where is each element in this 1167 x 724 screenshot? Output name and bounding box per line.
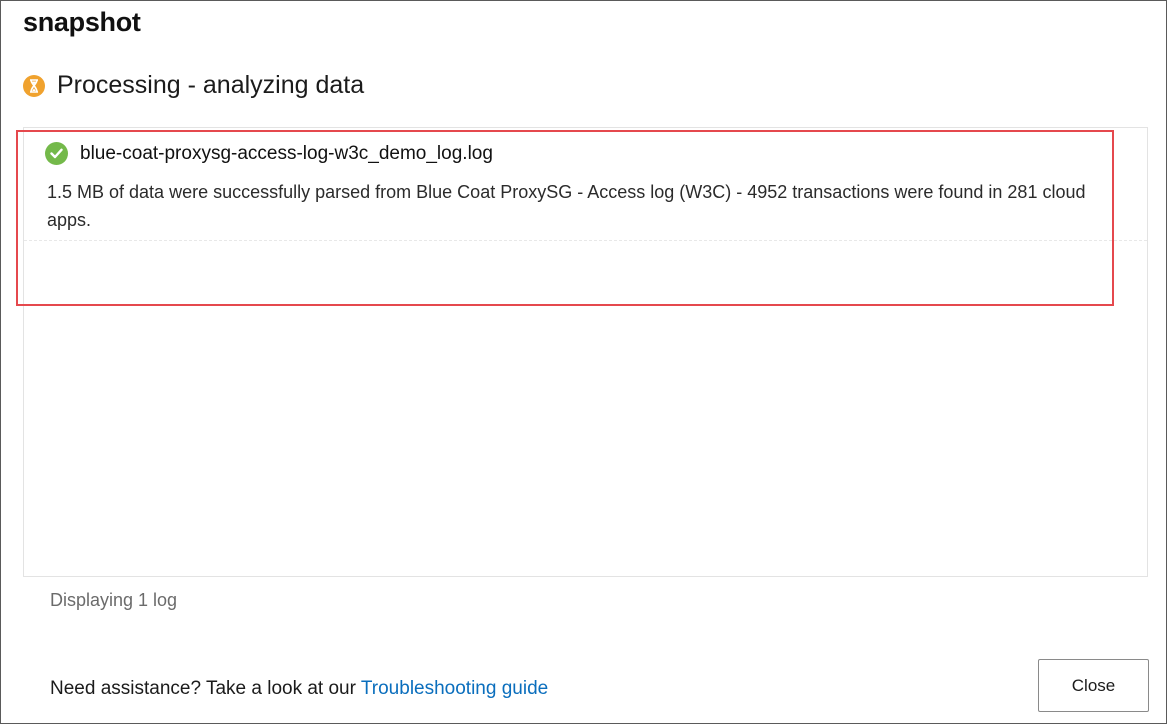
dialog-title: snapshot <box>23 7 141 37</box>
success-check-icon <box>45 142 68 165</box>
log-count-text: Displaying 1 log <box>50 590 178 610</box>
help-text: Need assistance? Take a look at our Trou… <box>50 678 548 700</box>
hourglass-icon <box>23 74 45 97</box>
snapshot-dialog: snapshot Processing - analyzing data blu… <box>0 0 1167 724</box>
log-description: 1.5 MB of data were successfully parsed … <box>47 182 1086 230</box>
help-prefix: Need assistance? Take a look at our <box>50 678 361 699</box>
status-text: Processing - analyzing data <box>57 71 365 99</box>
log-item-header: blue-coat-proxysg-access-log-w3c_demo_lo… <box>45 142 493 165</box>
close-button[interactable]: Close <box>1038 659 1149 712</box>
troubleshooting-guide-link[interactable]: Troubleshooting guide <box>361 678 548 699</box>
log-list[interactable]: blue-coat-proxysg-access-log-w3c_demo_lo… <box>23 127 1148 577</box>
log-item: blue-coat-proxysg-access-log-w3c_demo_lo… <box>24 128 1147 241</box>
processing-status: Processing - analyzing data <box>23 71 364 100</box>
log-file-name: blue-coat-proxysg-access-log-w3c_demo_lo… <box>80 142 493 164</box>
